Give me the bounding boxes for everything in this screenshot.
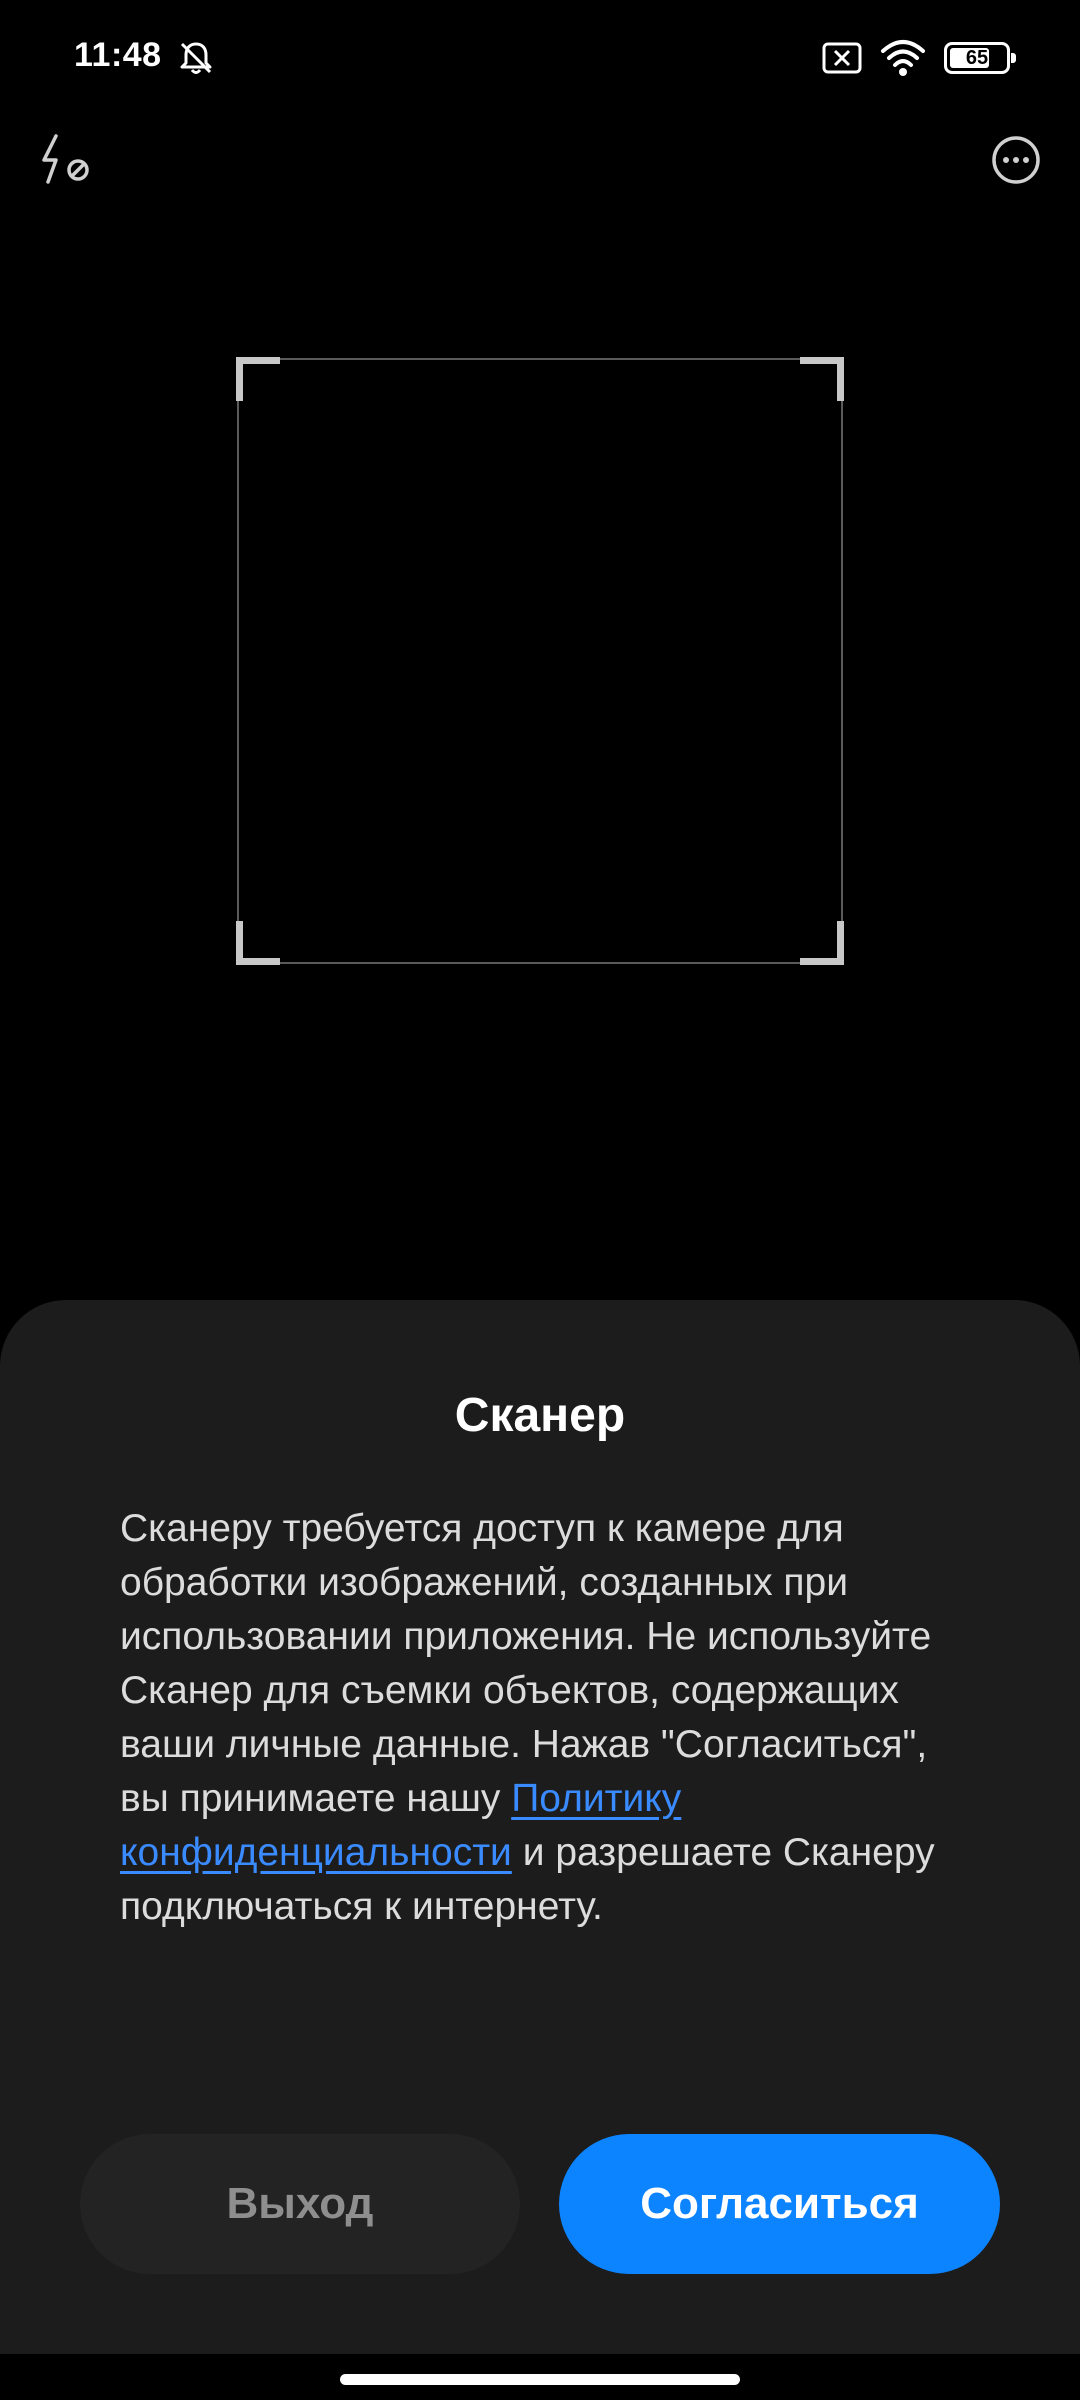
x-box-icon	[822, 42, 862, 74]
scan-corner-top-left	[236, 357, 280, 401]
exit-button[interactable]: Выход	[80, 2134, 520, 2274]
scan-corner-bottom-left	[236, 921, 280, 965]
scan-corner-top-right	[800, 357, 844, 401]
more-options-icon[interactable]	[990, 134, 1042, 186]
home-gesture-handle[interactable]	[340, 2374, 740, 2385]
battery-level: 65	[965, 47, 989, 69]
dialog-title: Сканер	[454, 1389, 626, 1442]
flash-off-icon[interactable]	[36, 130, 96, 190]
scan-corner-bottom-right	[800, 921, 844, 965]
scan-frame	[236, 357, 844, 965]
status-icons: 65	[822, 38, 1016, 78]
navigation-bar	[0, 2354, 1080, 2400]
bell-off-icon	[180, 42, 212, 74]
wifi-icon	[881, 40, 925, 76]
status-bar: 11:48 65	[0, 0, 1080, 120]
dialog-message: Сканеру требуется доступ к камере для об…	[120, 1502, 960, 1934]
dialog-message-part1: Сканеру требуется доступ к камере для об…	[120, 1507, 932, 1820]
permission-dialog: Сканер Сканеру требуется доступ к камере…	[0, 1300, 1080, 2354]
scanner-screen: 11:48 65 Сканер Сканеру требуется доступ…	[0, 0, 1080, 2400]
agree-button[interactable]: Согласиться	[559, 2134, 1000, 2274]
status-time: 11:48	[74, 36, 162, 74]
battery-icon: 65	[944, 42, 1016, 74]
